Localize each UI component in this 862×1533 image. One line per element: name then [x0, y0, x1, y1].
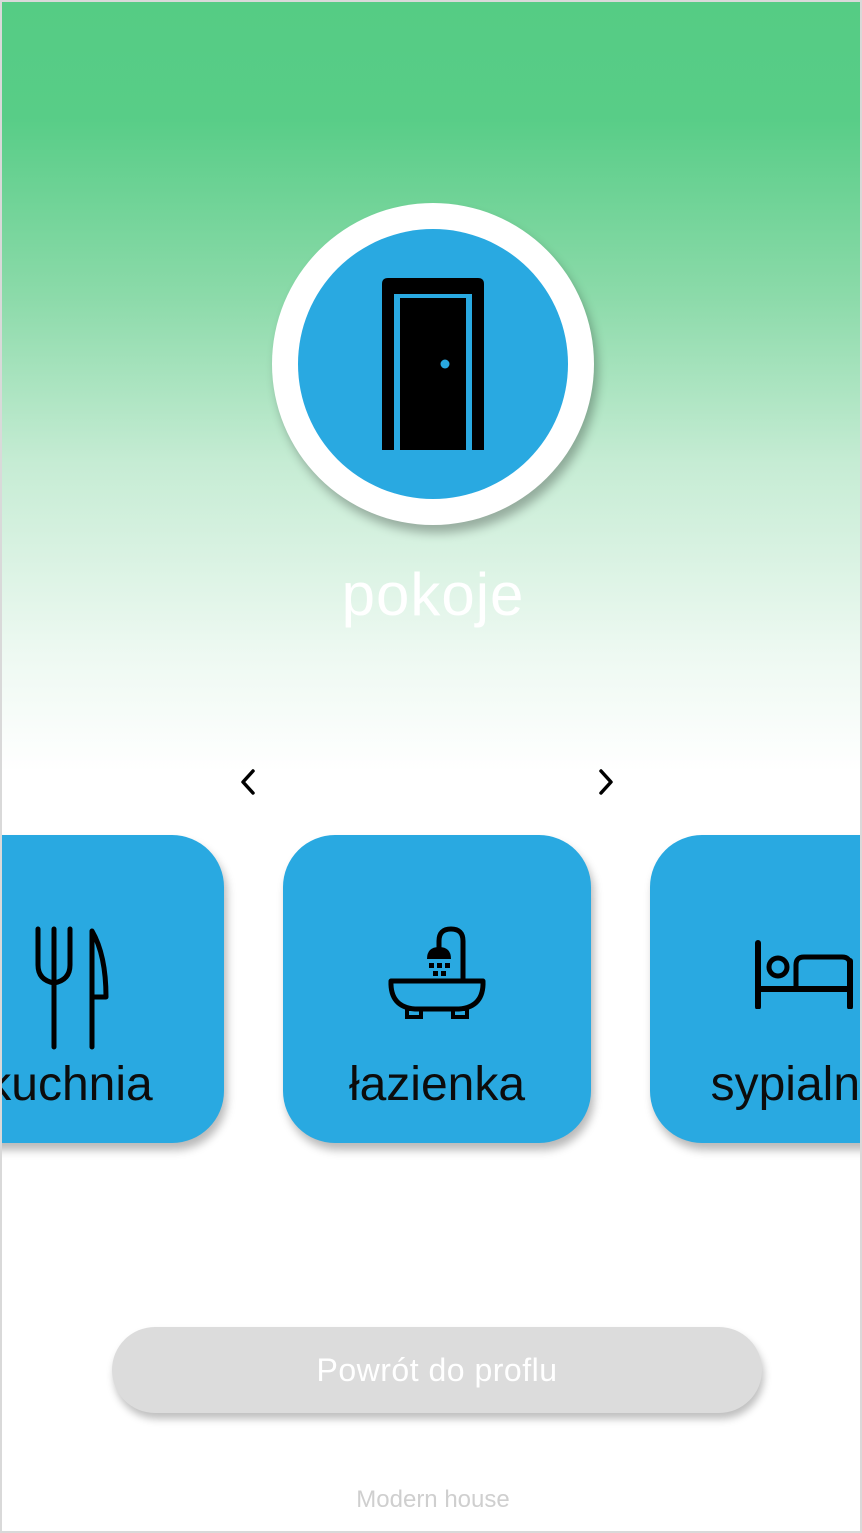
fork-knife-icon — [35, 926, 109, 1050]
room-card-lazienka[interactable]: łazienka — [283, 835, 591, 1143]
door-icon — [382, 278, 484, 450]
room-card-kuchnia[interactable]: kuchnia — [0, 835, 224, 1143]
room-avatar — [272, 203, 594, 525]
page-title: pokoje — [341, 561, 525, 628]
carousel-prev-button[interactable] — [230, 764, 266, 800]
app-screen: pokoje kuchnia łazienka sypialn Powrót d… — [0, 0, 862, 1533]
room-card-sypialnia[interactable]: sypialnia — [650, 835, 861, 1143]
back-to-profile-button[interactable]: Powrót do proflu — [112, 1327, 762, 1413]
room-card-label: łazienka — [348, 1058, 526, 1111]
room-card-label: sypialnia — [710, 1058, 861, 1111]
chevron-right-icon — [599, 769, 613, 795]
avatar-circle — [298, 229, 568, 499]
chevron-left-icon — [241, 769, 255, 795]
bathtub-shower-icon — [388, 926, 486, 1019]
room-card-label: kuchnia — [0, 1058, 153, 1111]
bed-icon — [755, 940, 853, 1009]
carousel-next-button[interactable] — [588, 764, 624, 800]
app-footer: Modern house — [356, 1486, 510, 1513]
